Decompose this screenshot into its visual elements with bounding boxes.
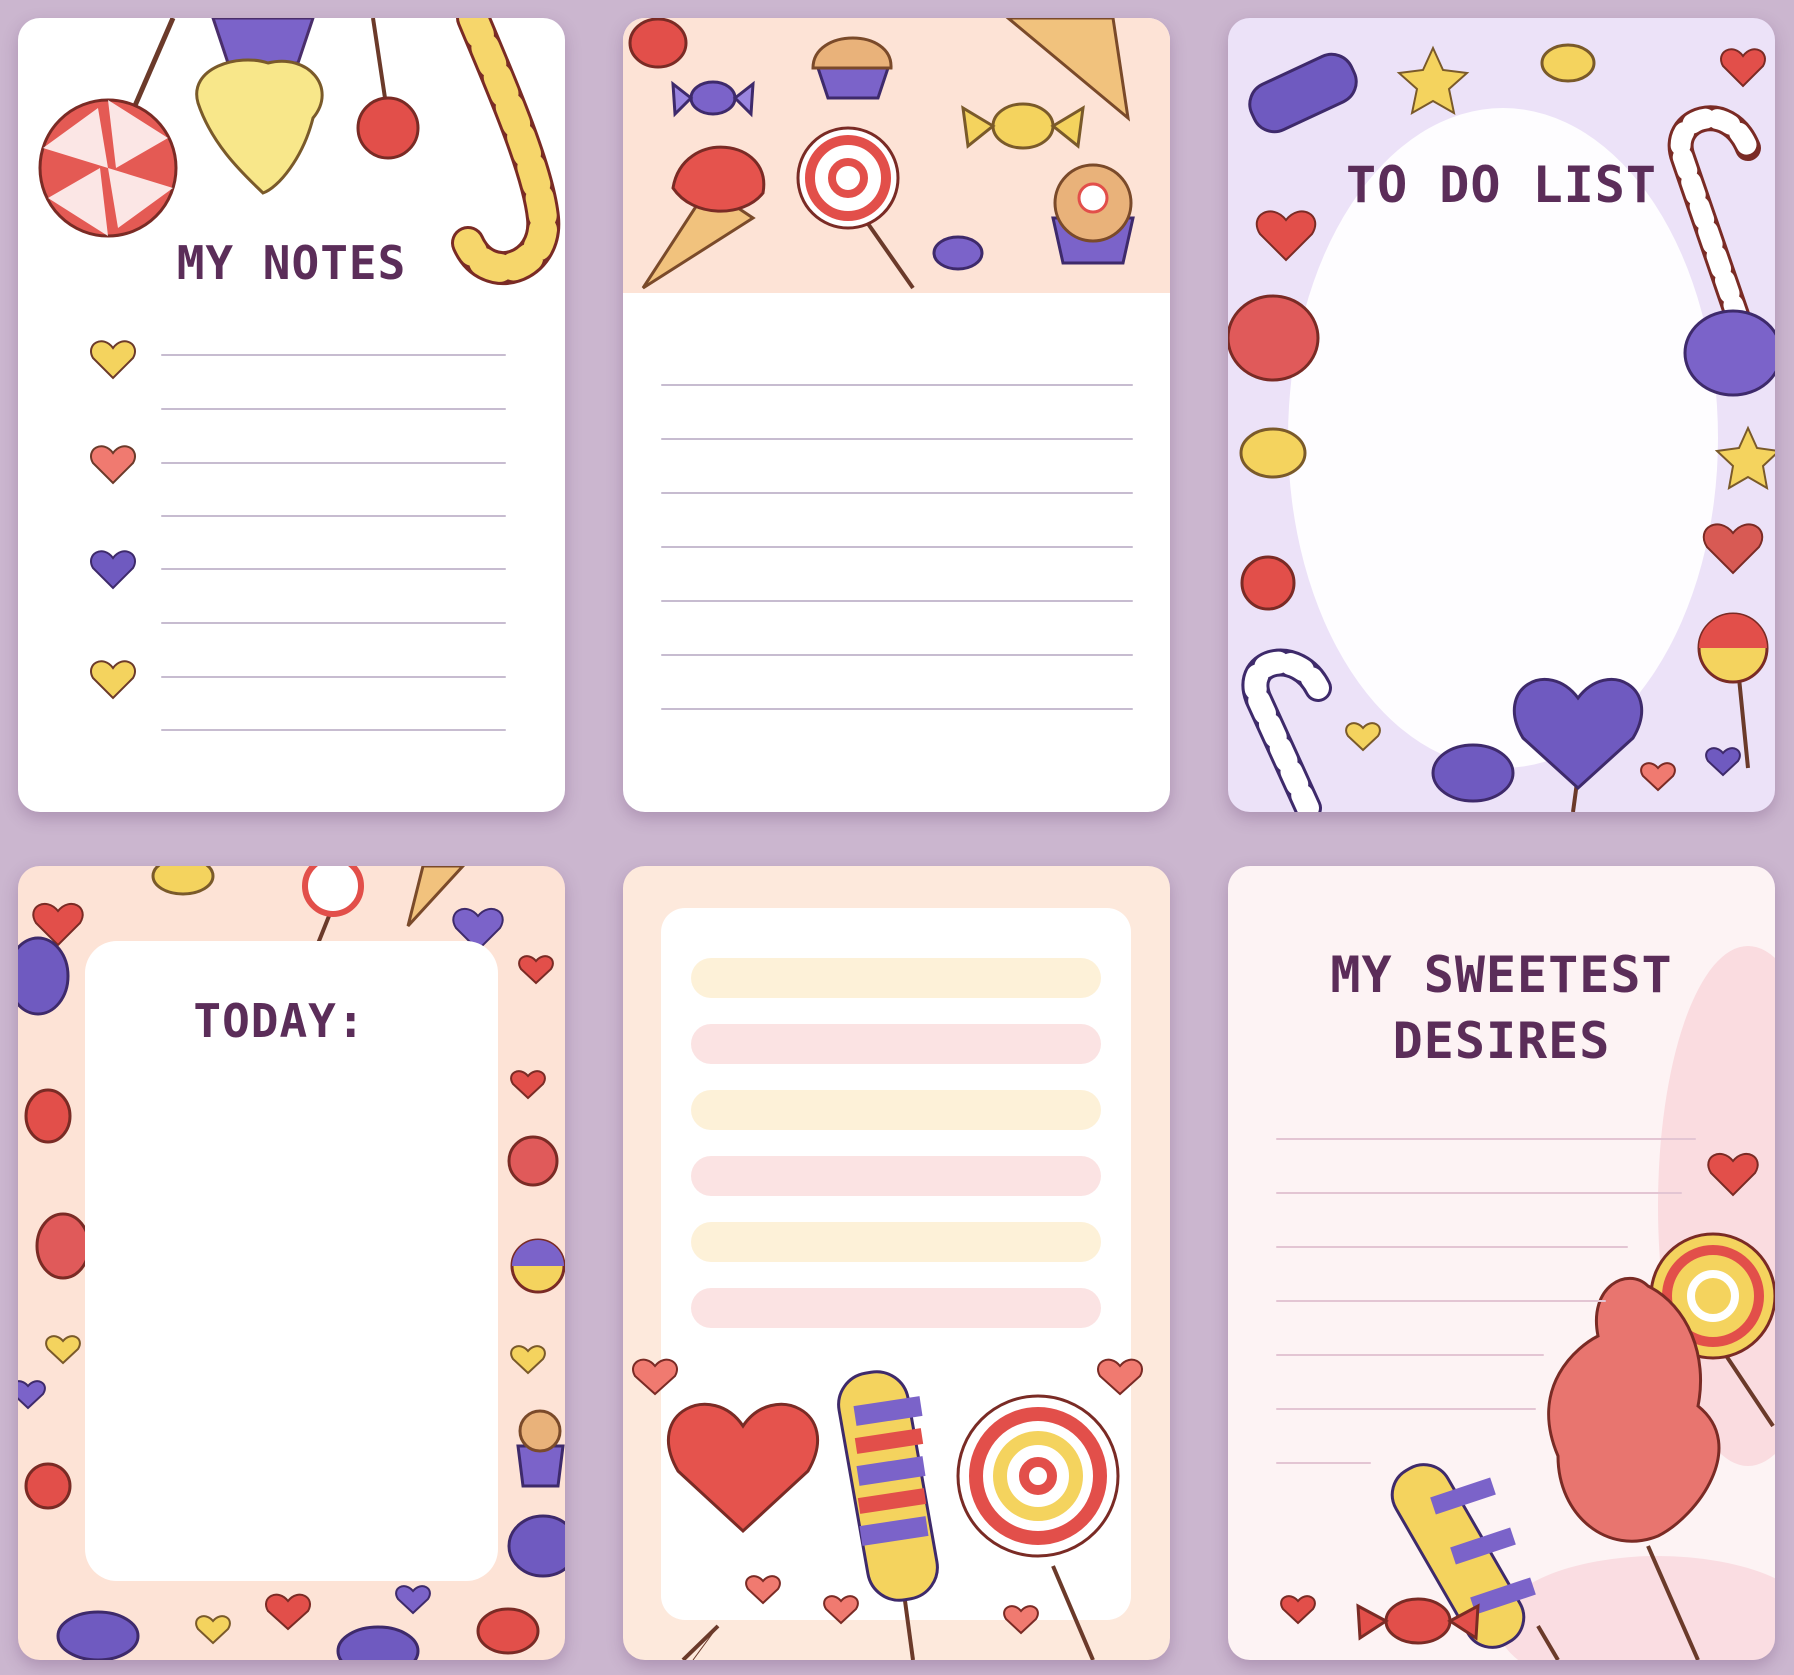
star-icon [1396, 45, 1470, 115]
heart-icon [510, 1345, 546, 1375]
writing-line [1276, 1246, 1628, 1248]
writing-line [661, 546, 1133, 548]
writing-line [161, 568, 506, 570]
heart-icon [90, 445, 136, 485]
writing-line [161, 622, 506, 624]
heart-icon [1003, 1605, 1039, 1635]
heart-icon [1720, 48, 1766, 88]
writing-bar [691, 1090, 1101, 1130]
card-title-line-1: MY SWEETEST [1330, 946, 1673, 1004]
writing-line [161, 676, 506, 678]
card-title: MY NOTES [176, 236, 407, 290]
writing-line [1276, 1354, 1544, 1356]
writing-line [1276, 1462, 1371, 1464]
writing-bar [691, 1156, 1101, 1196]
heart-icon [510, 1070, 546, 1100]
card-today: TODAY: [18, 866, 565, 1660]
heart-icon [1705, 747, 1741, 777]
card-my-sweetest-desires: MY SWEETEST DESIRES [1228, 866, 1775, 1660]
card-title: TODAY: [193, 994, 366, 1048]
heart-icon [1345, 722, 1381, 752]
heart-icon [90, 340, 136, 380]
writing-line [1276, 1300, 1606, 1302]
card-colored-bars [623, 866, 1170, 1660]
writing-bar [691, 1024, 1101, 1064]
heart-icon [265, 1593, 311, 1631]
heart-icon [1255, 210, 1317, 262]
heart-icon [1702, 523, 1764, 575]
heart-icon [18, 1380, 46, 1410]
heart-icon [395, 1585, 431, 1615]
writing-line [661, 600, 1133, 602]
writing-line [661, 384, 1133, 386]
writing-bar [691, 1288, 1101, 1328]
card-my-notes: MY NOTES [18, 18, 565, 812]
candy-pattern-illustration [18, 866, 565, 1660]
writing-line [161, 354, 506, 356]
writing-line [661, 708, 1133, 710]
card-title: TO DO LIST [1345, 156, 1658, 214]
writing-bar [691, 1222, 1101, 1262]
writing-line [1276, 1138, 1696, 1140]
heart-icon [1280, 1595, 1316, 1625]
heart-icon [518, 955, 554, 985]
heart-icon [45, 1335, 81, 1365]
candy-illustration [38, 18, 561, 700]
heart-icon [195, 1615, 231, 1645]
writing-line [161, 729, 506, 731]
writing-line [661, 492, 1133, 494]
star-icon [1714, 425, 1775, 490]
candy-header-illustration [623, 18, 1170, 293]
candy-frame-illustration [1228, 43, 1775, 812]
writing-bar [691, 958, 1101, 998]
card-to-do-list: TO DO LIST [1228, 18, 1775, 812]
heart-icon [1640, 762, 1676, 792]
card-lined-candy-header [623, 18, 1170, 812]
writing-line [161, 408, 506, 410]
heart-icon [90, 550, 136, 590]
writing-line [1276, 1408, 1536, 1410]
writing-line [161, 462, 506, 464]
writing-line [661, 654, 1133, 656]
writing-line [161, 515, 506, 517]
card-title-line-2: DESIRES [1392, 1012, 1611, 1070]
writing-line [661, 438, 1133, 440]
heart-icon [90, 660, 136, 700]
writing-line [1276, 1192, 1682, 1194]
